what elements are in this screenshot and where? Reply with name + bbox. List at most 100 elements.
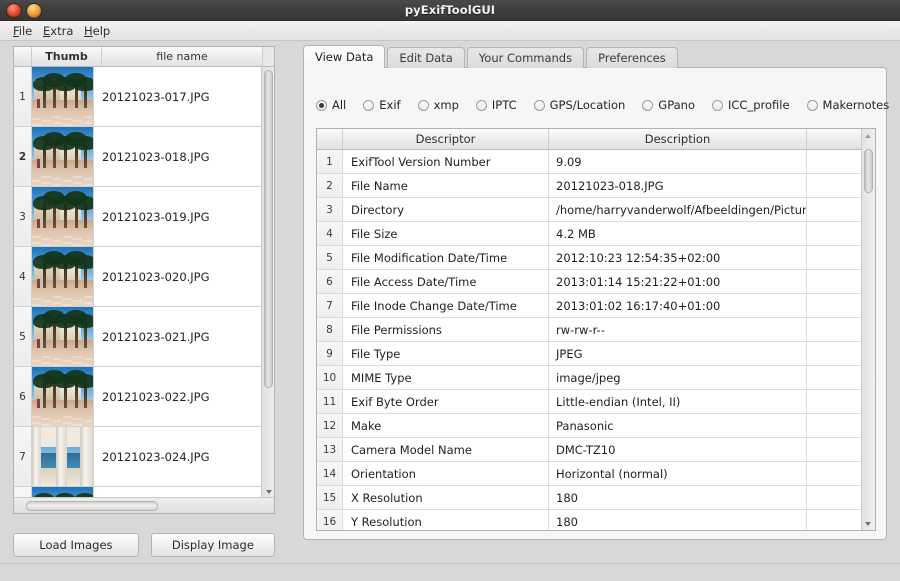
metadata-row-index: 8 xyxy=(317,318,343,341)
metadata-descriptor: File Inode Change Date/Time xyxy=(343,294,549,317)
file-thumbnail[interactable] xyxy=(32,367,94,426)
file-list-header-thumb[interactable]: Thumb xyxy=(32,47,102,66)
metadata-description[interactable]: 4.2 MB xyxy=(549,222,807,245)
metadata-header-description[interactable]: Description xyxy=(549,129,807,149)
metadata-description[interactable]: JPEG xyxy=(549,342,807,365)
metadata-description[interactable]: 2013:01:02 16:17:40+01:00 xyxy=(549,294,807,317)
menu-item-help[interactable]: Help xyxy=(79,23,115,39)
metadata-table-scrollbar[interactable] xyxy=(861,129,875,531)
tab-preferences[interactable]: Preferences xyxy=(586,47,678,68)
radio-exif[interactable]: Exif xyxy=(363,98,400,112)
metadata-row[interactable]: 10MIME Typeimage/jpeg xyxy=(317,366,863,390)
menu-item-extra[interactable]: Extra xyxy=(38,23,78,39)
radio-gpano[interactable]: GPano xyxy=(642,98,695,112)
file-list-item[interactable]: 620121023-022.JPG xyxy=(14,367,262,427)
tab-your-commands[interactable]: Your Commands xyxy=(467,47,584,68)
radio-label: IPTC xyxy=(492,98,517,112)
metadata-table-scroll-thumb[interactable] xyxy=(864,149,873,193)
metadata-row[interactable]: 6File Access Date/Time2013:01:14 15:21:2… xyxy=(317,270,863,294)
metadata-row[interactable]: 13Camera Model NameDMC-TZ10 xyxy=(317,438,863,462)
file-list-horizontal-scrollbar[interactable] xyxy=(14,497,275,513)
metadata-descriptor: ExifTool Version Number xyxy=(343,150,549,173)
radio-all[interactable]: All xyxy=(316,98,346,112)
file-list-item[interactable]: 320121023-019.JPG xyxy=(14,187,262,247)
radio-icc-profile[interactable]: ICC_profile xyxy=(712,98,790,112)
file-list-header: Thumb file name xyxy=(14,47,275,67)
metadata-descriptor: Orientation xyxy=(343,462,549,485)
file-list-horizontal-scroll-thumb[interactable] xyxy=(26,501,158,511)
metadata-description[interactable]: 180 xyxy=(549,486,807,509)
metadata-row[interactable]: 11Exif Byte OrderLittle-endian (Intel, I… xyxy=(317,390,863,414)
file-list-header-filename[interactable]: file name xyxy=(102,47,263,66)
metadata-row[interactable]: 12MakePanasonic xyxy=(317,414,863,438)
scroll-down-icon[interactable] xyxy=(865,522,871,526)
metadata-table-body[interactable]: 1ExifTool Version Number9.092File Name20… xyxy=(317,150,863,531)
metadata-description[interactable]: 20121023-018.JPG xyxy=(549,174,807,197)
metadata-description[interactable]: Panasonic xyxy=(549,414,807,437)
radio-xmp[interactable]: xmp xyxy=(418,98,459,112)
radio-label: Makernotes xyxy=(823,98,890,112)
metadata-description[interactable]: /home/harryvanderwolf/Afbeeldingen/Pictu… xyxy=(549,198,807,221)
tab-view-data[interactable]: View Data xyxy=(303,45,385,68)
metadata-description[interactable]: 2013:01:14 15:21:22+01:00 xyxy=(549,270,807,293)
file-list-item-name: 20121023-019.JPG xyxy=(94,187,262,246)
metadata-descriptor: File Permissions xyxy=(343,318,549,341)
metadata-row[interactable]: 7File Inode Change Date/Time2013:01:02 1… xyxy=(317,294,863,318)
metadata-description[interactable]: image/jpeg xyxy=(549,366,807,389)
file-thumbnail[interactable] xyxy=(32,127,94,186)
metadata-row[interactable]: 16Y Resolution180 xyxy=(317,510,863,531)
file-thumbnail[interactable] xyxy=(32,67,94,126)
metadata-row-index: 11 xyxy=(317,390,343,413)
file-list-vertical-scrollbar[interactable] xyxy=(261,67,274,498)
file-thumbnail[interactable] xyxy=(32,187,94,246)
file-thumbnail[interactable] xyxy=(32,247,94,306)
radio-gps-location[interactable]: GPS/Location xyxy=(534,98,626,112)
metadata-row[interactable]: 4File Size4.2 MB xyxy=(317,222,863,246)
metadata-row[interactable]: 1ExifTool Version Number9.09 xyxy=(317,150,863,174)
radio-makernotes[interactable]: Makernotes xyxy=(807,98,890,112)
radio-indicator-icon xyxy=(642,100,653,111)
file-thumbnail[interactable] xyxy=(32,427,94,486)
metadata-description[interactable]: DMC-TZ10 xyxy=(549,438,807,461)
metadata-extra-column xyxy=(807,414,863,437)
metadata-descriptor: File Type xyxy=(343,342,549,365)
display-image-button[interactable]: Display Image xyxy=(151,533,275,557)
metadata-row-index: 13 xyxy=(317,438,343,461)
file-list-item[interactable]: 520121023-021.JPG xyxy=(14,307,262,367)
metadata-description[interactable]: 9.09 xyxy=(549,150,807,173)
file-thumbnail[interactable] xyxy=(32,307,94,366)
file-list-item[interactable]: 420121023-020.JPG xyxy=(14,247,262,307)
scroll-up-icon[interactable] xyxy=(865,134,871,138)
metadata-row[interactable]: 15X Resolution180 xyxy=(317,486,863,510)
metadata-description[interactable]: 180 xyxy=(549,510,807,531)
metadata-description[interactable]: 2012:10:23 12:54:35+02:00 xyxy=(549,246,807,269)
file-list-item[interactable]: 120121023-017.JPG xyxy=(14,67,262,127)
metadata-row[interactable]: 5File Modification Date/Time2012:10:23 1… xyxy=(317,246,863,270)
metadata-header-descriptor[interactable]: Descriptor xyxy=(343,129,549,149)
metadata-description[interactable]: rw-rw-r-- xyxy=(549,318,807,341)
metadata-row[interactable]: 3Directory/home/harryvanderwolf/Afbeeldi… xyxy=(317,198,863,222)
scroll-down-icon[interactable] xyxy=(266,490,272,494)
radio-iptc[interactable]: IPTC xyxy=(476,98,517,112)
metadata-row[interactable]: 9File TypeJPEG xyxy=(317,342,863,366)
radio-indicator-icon xyxy=(418,100,429,111)
metadata-row[interactable]: 14OrientationHorizontal (normal) xyxy=(317,462,863,486)
file-list-item[interactable]: 220121023-018.JPG xyxy=(14,127,262,187)
metadata-row-index: 2 xyxy=(317,174,343,197)
radio-label: ICC_profile xyxy=(728,98,790,112)
metadata-row-index: 9 xyxy=(317,342,343,365)
metadata-row[interactable]: 2File Name20121023-018.JPG xyxy=(317,174,863,198)
load-images-button[interactable]: Load Images xyxy=(13,533,139,557)
metadata-extra-column xyxy=(807,510,863,531)
metadata-row[interactable]: 8File Permissionsrw-rw-r-- xyxy=(317,318,863,342)
metadata-description[interactable]: Little-endian (Intel, II) xyxy=(549,390,807,413)
metadata-description[interactable]: Horizontal (normal) xyxy=(549,462,807,485)
tab-edit-data[interactable]: Edit Data xyxy=(387,47,464,68)
file-list-item[interactable]: 720121023-024.JPG xyxy=(14,427,262,487)
file-list-body[interactable]: 120121023-017.JPG220121023-018.JPG320121… xyxy=(14,67,262,498)
metadata-extra-column xyxy=(807,318,863,341)
file-list-vertical-scroll-thumb[interactable] xyxy=(264,70,273,388)
radio-indicator-icon xyxy=(476,100,487,111)
menu-item-file[interactable]: File xyxy=(8,23,37,39)
tab-pane-view-data: All Exif xmp IPTC GPS/Location GPano ICC_profi… xyxy=(303,67,887,540)
